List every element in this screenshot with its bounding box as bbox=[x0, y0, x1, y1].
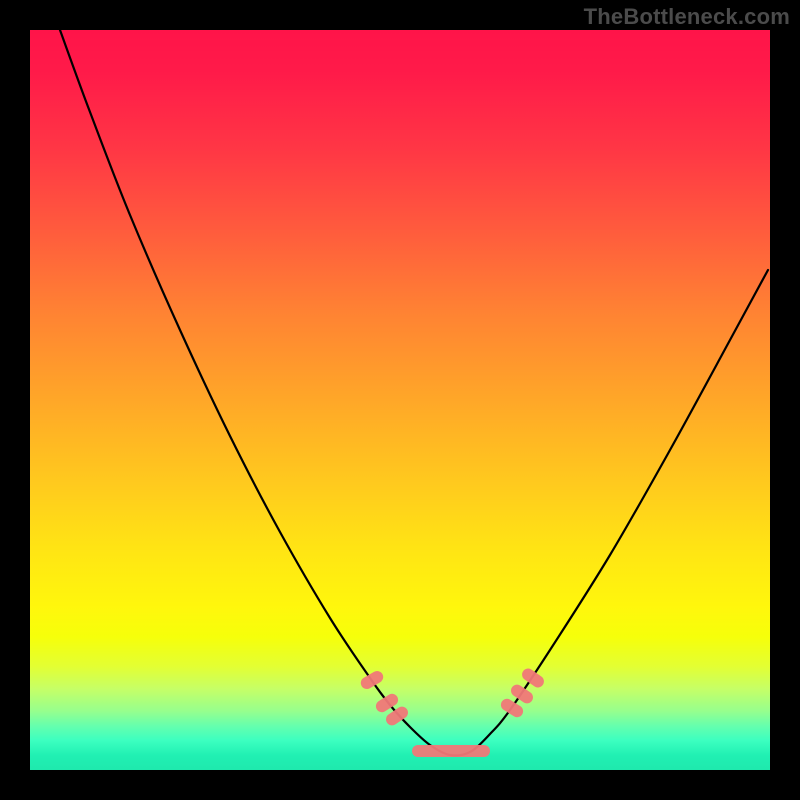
bottleneck-curve-path bbox=[60, 30, 768, 756]
marker-lozenge bbox=[520, 666, 547, 690]
marker-group bbox=[359, 666, 547, 757]
chart-frame: TheBottleneck.com bbox=[0, 0, 800, 800]
marker-lozenge bbox=[359, 669, 386, 691]
watermark-text: TheBottleneck.com bbox=[584, 4, 790, 30]
marker-flat-band bbox=[412, 745, 490, 757]
plot-area bbox=[30, 30, 770, 770]
bottleneck-curve-svg bbox=[30, 30, 770, 770]
